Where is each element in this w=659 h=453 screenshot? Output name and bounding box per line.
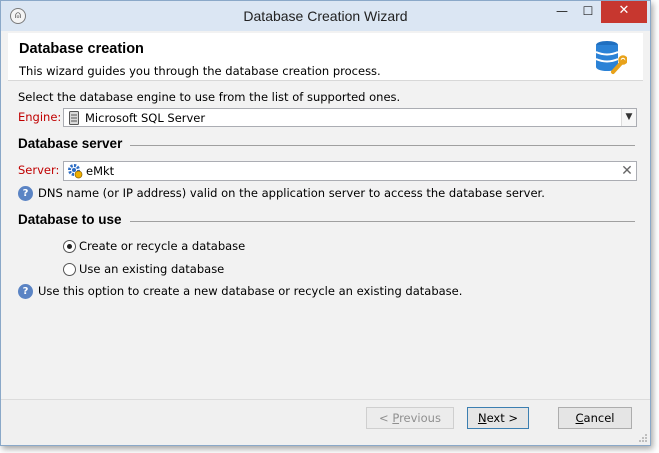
- cancel-accel: C: [575, 411, 584, 425]
- section-database-to-use: Database to use: [18, 212, 122, 227]
- engine-label: Engine:: [18, 110, 62, 124]
- cancel-button[interactable]: Cancel: [558, 407, 632, 429]
- server-value: eMkt: [86, 164, 115, 178]
- radio-create-or-recycle[interactable]: [63, 240, 76, 253]
- engine-select[interactable]: Microsoft SQL Server ▼: [63, 108, 637, 127]
- wizard-content: Select the database engine to use from t…: [8, 83, 643, 393]
- help-icon: ?: [18, 284, 33, 299]
- engine-value: Microsoft SQL Server: [85, 111, 206, 125]
- divider: [130, 221, 635, 222]
- previous-label: revious: [399, 411, 441, 425]
- chevron-down-icon[interactable]: ▼: [621, 109, 636, 126]
- button-bar: < Previous Next > Cancel: [1, 399, 650, 445]
- previous-button[interactable]: < Previous: [366, 407, 454, 429]
- title-bar[interactable]: ⍝ Database Creation Wizard — ☐ ✕: [1, 1, 650, 31]
- divider: [130, 145, 635, 146]
- next-accel: N: [477, 411, 487, 425]
- close-button[interactable]: ✕: [601, 1, 647, 23]
- server-icon: [69, 111, 79, 125]
- resize-grip-icon[interactable]: [638, 433, 648, 443]
- server-input[interactable]: eMkt ✕: [63, 161, 637, 181]
- help-icon: ?: [18, 186, 33, 201]
- radio-label-use-existing[interactable]: Use an existing database: [79, 262, 224, 276]
- maximize-button[interactable]: ☐: [575, 1, 601, 23]
- page-title: Database creation: [19, 41, 144, 57]
- radio-use-existing[interactable]: [63, 263, 76, 276]
- engine-prompt: Select the database engine to use from t…: [18, 90, 401, 104]
- radio-label-create-or-recycle[interactable]: Create or recycle a database: [79, 239, 245, 253]
- next-label: ext >: [486, 411, 519, 425]
- next-button[interactable]: Next >: [467, 407, 529, 429]
- gear-icon: [68, 164, 83, 179]
- cancel-label: ancel: [583, 411, 615, 425]
- database-help-text: Use this option to create a new database…: [38, 284, 463, 298]
- wizard-window: ⍝ Database Creation Wizard — ☐ ✕ Databas…: [0, 0, 651, 446]
- server-help-text: DNS name (or IP address) valid on the ap…: [38, 186, 545, 200]
- clear-icon[interactable]: ✕: [620, 163, 634, 179]
- server-label: Server:: [18, 163, 60, 177]
- minimize-button[interactable]: —: [549, 1, 575, 23]
- section-database-server: Database server: [18, 136, 123, 151]
- previous-arrow: <: [379, 411, 393, 425]
- wizard-header: Database creation This wizard guides you…: [8, 33, 643, 81]
- page-subtitle: This wizard guides you through the datab…: [19, 64, 381, 78]
- database-wrench-icon: [595, 41, 627, 74]
